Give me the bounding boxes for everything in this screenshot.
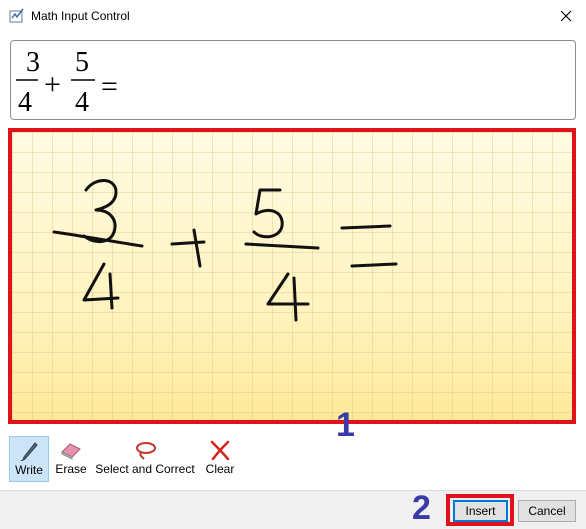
preview-plus: + xyxy=(44,68,61,101)
cancel-button[interactable]: Cancel xyxy=(518,500,576,522)
erase-tool-label: Erase xyxy=(55,462,87,476)
write-tool-button[interactable]: Write xyxy=(9,436,49,482)
insert-button[interactable]: Insert xyxy=(453,500,508,522)
toolbar: Write Erase Select and Correct Clear xyxy=(0,436,586,484)
window-title: Math Input Control xyxy=(31,9,130,23)
write-tool-label: Write xyxy=(15,463,43,477)
preview-numerator-1: 3 xyxy=(26,47,40,78)
math-preview: 3 4 + 5 4 = xyxy=(10,40,576,120)
writing-canvas[interactable] xyxy=(8,128,576,424)
erase-tool-button[interactable]: Erase xyxy=(54,436,88,482)
close-button[interactable] xyxy=(546,0,586,32)
clear-x-icon xyxy=(210,440,230,460)
preview-equals: = xyxy=(101,70,118,103)
preview-numerator-2: 5 xyxy=(75,47,89,78)
select-and-correct-tool-button[interactable]: Select and Correct xyxy=(94,436,196,482)
preview-denominator-2: 4 xyxy=(75,87,89,118)
close-icon xyxy=(560,10,572,22)
annotation-marker-2: 2 xyxy=(412,489,431,527)
clear-tool-label: Clear xyxy=(205,462,235,476)
lasso-icon xyxy=(136,442,156,460)
pen-icon xyxy=(20,442,38,461)
handwriting-ink xyxy=(52,179,398,322)
math-input-icon xyxy=(9,8,24,23)
clear-tool-button[interactable]: Clear xyxy=(202,436,238,482)
preview-denominator-1: 4 xyxy=(18,87,32,118)
eraser-icon xyxy=(61,443,81,460)
title-bar: Math Input Control xyxy=(0,0,586,32)
select-and-correct-tool-label: Select and Correct xyxy=(95,462,195,476)
